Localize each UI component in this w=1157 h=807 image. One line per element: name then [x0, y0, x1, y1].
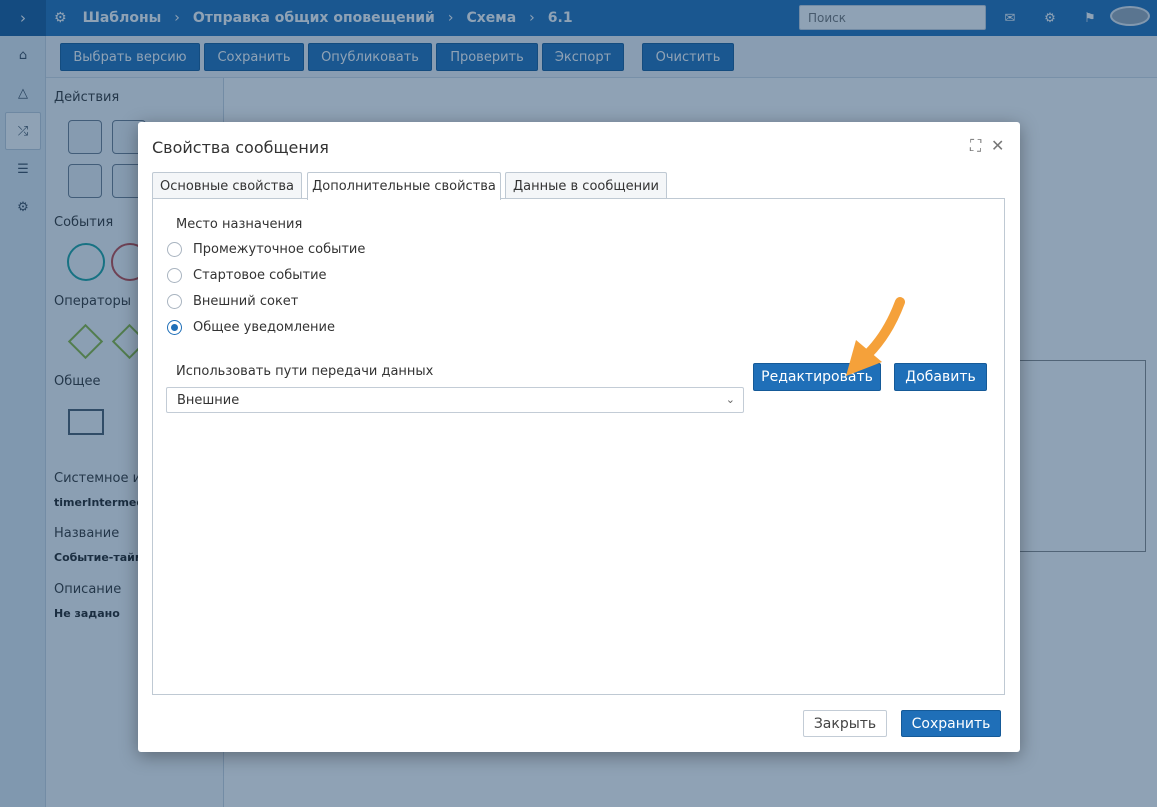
- dialog-title: Свойства сообщения: [152, 138, 329, 157]
- radio-button[interactable]: [167, 242, 182, 257]
- close-icon[interactable]: ✕: [991, 136, 1004, 155]
- tab-basic-properties[interactable]: Основные свойства: [152, 172, 302, 199]
- data-paths-value: Внешние: [177, 392, 240, 408]
- tab-panel: Место назначения Промежуточное событие С…: [152, 198, 1005, 695]
- radio-intermediate-event[interactable]: Промежуточное событие: [167, 242, 365, 257]
- radio-label: Общее уведомление: [193, 320, 335, 335]
- tab-message-data[interactable]: Данные в сообщении: [505, 172, 667, 199]
- maximize-icon[interactable]: ⛶: [970, 136, 981, 156]
- radio-start-event[interactable]: Стартовое событие: [167, 268, 327, 283]
- destination-label: Место назначения: [176, 217, 303, 232]
- chevron-down-icon: ⌄: [725, 393, 735, 406]
- radio-label: Внешний сокет: [193, 294, 299, 309]
- radio-external-socket[interactable]: Внешний сокет: [167, 294, 298, 309]
- radio-label: Стартовое событие: [193, 268, 327, 283]
- radio-general-notification[interactable]: Общее уведомление: [167, 320, 335, 335]
- tab-additional-properties[interactable]: Дополнительные свойства: [307, 172, 501, 200]
- annotation-arrow-icon: [846, 297, 905, 376]
- data-paths-select[interactable]: Внешние ⌄: [166, 387, 744, 413]
- radio-button[interactable]: [167, 268, 182, 283]
- close-button[interactable]: Закрыть: [803, 710, 887, 737]
- save-button[interactable]: Сохранить: [901, 710, 1001, 737]
- message-properties-dialog: Свойства сообщения ⛶ ✕ Основные свойства…: [138, 122, 1020, 752]
- radio-label: Промежуточное событие: [193, 242, 366, 257]
- data-paths-label: Использовать пути передачи данных: [176, 364, 434, 379]
- radio-button[interactable]: [167, 294, 182, 309]
- radio-button-checked[interactable]: [167, 320, 182, 335]
